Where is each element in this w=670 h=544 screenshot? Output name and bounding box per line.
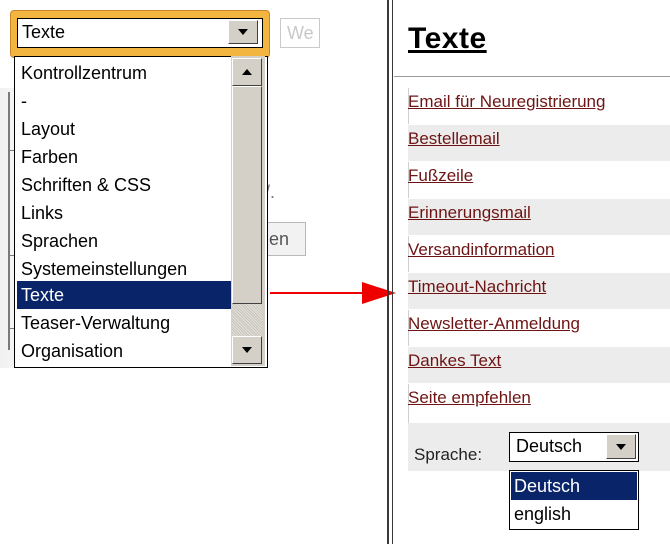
link-newsletter-anmeldung[interactable]: Newsletter-Anmeldung [408, 314, 580, 334]
dropdown-item-farben[interactable]: Farben [21, 143, 78, 171]
language-label: Sprache: [414, 445, 483, 464]
panel-border [387, 0, 389, 544]
link-timeout-nachricht[interactable]: Timeout-Nachricht [408, 277, 546, 297]
faded-input-field: We [280, 18, 320, 48]
language-select-value: Deutsch [516, 436, 583, 456]
link-dankes-text[interactable]: Dankes Text [408, 351, 501, 371]
table-row: Timeout-Nachricht [408, 272, 670, 309]
dropdown-item-schriften-css[interactable]: Schriften & CSS [21, 171, 151, 199]
red-arrow-icon [362, 282, 396, 304]
scroll-down-button[interactable] [232, 336, 262, 364]
link-versandinformation[interactable]: Versandinformation [408, 240, 554, 260]
dropdown-item-links[interactable]: Links [21, 199, 63, 227]
dropdown-scrollbar[interactable] [231, 56, 265, 366]
language-option-deutsch[interactable]: Deutsch [511, 472, 637, 500]
link-fusszeile[interactable]: Fußzeile [408, 166, 473, 186]
language-dropdown-list[interactable]: Deutsch english [509, 470, 639, 530]
chevron-down-icon [616, 444, 626, 450]
dropdown-item-kontrollzentrum[interactable]: Kontrollzentrum [21, 59, 147, 87]
title-divider [394, 76, 670, 77]
table-row: Erinnerungsmail [408, 198, 670, 235]
dropdown-item-systemeinstellungen[interactable]: Systemeinstellungen [21, 255, 187, 283]
link-bestellemail[interactable]: Bestellemail [408, 129, 500, 149]
dropdown-item-teaser-verwaltung[interactable]: Teaser-Verwaltung [21, 309, 170, 337]
section-select-dropdown-button[interactable] [228, 20, 258, 44]
link-erinnerungsmail[interactable]: Erinnerungsmail [408, 203, 531, 223]
table-row: Newsletter-Anmeldung [408, 309, 670, 346]
scroll-down-arrow-icon [242, 347, 252, 353]
chevron-down-icon [238, 29, 248, 35]
table-row: Dankes Text [408, 346, 670, 383]
table-row: Fußzeile [408, 161, 670, 198]
dropdown-item-sprachen[interactable]: Sprachen [21, 227, 98, 255]
dropdown-item-organisation[interactable]: Organisation [21, 337, 123, 365]
link-email-neuregistrierung[interactable]: Email für Neuregistrierung [408, 92, 605, 112]
language-option-english[interactable]: english [511, 500, 637, 528]
table-row: Email für Neuregistrierung [408, 87, 670, 124]
dropdown-item-layout[interactable]: Layout [21, 115, 75, 143]
scroll-up-arrow-icon [242, 69, 252, 75]
background-border [8, 92, 10, 350]
scroll-up-button[interactable] [232, 58, 262, 86]
dropdown-item-separator[interactable]: - [21, 87, 27, 115]
texts-link-table: Email für Neuregistrierung Bestellemail … [408, 87, 670, 420]
section-select-value: Texte [22, 22, 66, 42]
scroll-thumb[interactable] [232, 86, 262, 304]
dropdown-item-texte[interactable]: Texte [17, 281, 231, 309]
table-row: Bestellemail [408, 124, 670, 161]
language-select-dropdown-button[interactable] [606, 434, 636, 459]
page-title: Texte [408, 22, 487, 55]
section-dropdown-list[interactable]: Kontrollzentrum - Layout Farben Schrifte… [14, 56, 268, 368]
panel-border-inner [392, 0, 393, 544]
table-row: Versandinformation [408, 235, 670, 272]
table-row: Seite empfehlen [408, 383, 670, 420]
pointer-arrow-line [270, 292, 374, 294]
link-seite-empfehlen[interactable]: Seite empfehlen [408, 388, 531, 408]
